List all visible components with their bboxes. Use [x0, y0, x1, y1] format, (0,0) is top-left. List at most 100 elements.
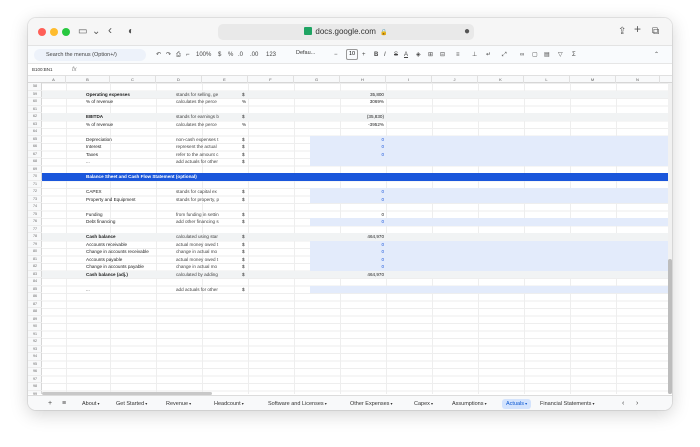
row-label-cell[interactable] [86, 106, 176, 114]
row-unit-cell[interactable]: $ [242, 188, 262, 196]
row-unit-cell[interactable] [242, 226, 262, 234]
font-size-decrease-button[interactable]: − [334, 50, 338, 60]
row-label-cell[interactable] [86, 128, 176, 136]
row-value-cell[interactable] [310, 173, 386, 181]
row-label-cell[interactable]: ... [86, 158, 176, 166]
minimize-window-button[interactable] [50, 28, 58, 36]
row-unit-cell[interactable] [242, 128, 262, 136]
row-value-cell[interactable] [310, 83, 386, 91]
font-size-increase-button[interactable]: + [362, 50, 366, 60]
table-row[interactable]: Depreciation non-cash expenses t $0 [42, 135, 668, 144]
sheet-tab-active[interactable]: Actuals ▾ [502, 399, 532, 409]
row-unit-cell[interactable]: $ [242, 136, 262, 144]
row-header[interactable]: 75 [28, 211, 42, 218]
row-header[interactable]: 87 [28, 301, 42, 308]
row-label-cell[interactable]: ... [86, 286, 176, 294]
row-label-cell[interactable] [86, 181, 176, 189]
column-header[interactable]: I [386, 76, 432, 83]
row-header[interactable]: 65 [28, 136, 42, 143]
column-header[interactable]: G [294, 76, 340, 83]
redo-icon[interactable]: ↷ [166, 50, 171, 60]
row-description-cell[interactable]: add actuals for other [176, 158, 242, 166]
add-sheet-icon[interactable]: + [48, 399, 52, 409]
row-label-cell[interactable]: CAPEX [86, 188, 176, 196]
row-description-cell[interactable]: add actuals for other [176, 286, 242, 294]
currency-format-button[interactable]: $ [218, 50, 221, 60]
row-value-cell[interactable]: 0 [310, 211, 386, 219]
sheet-tab[interactable]: About ▾ [82, 399, 100, 409]
vertical-align-icon[interactable]: ⊥ [472, 50, 477, 60]
row-header[interactable]: 84 [28, 278, 42, 286]
row-header[interactable]: 77 [28, 226, 42, 233]
table-row[interactable]: Funding from funding in settin $0 [42, 211, 668, 219]
table-row[interactable]: Operating expenses stands for selling, ge… [42, 90, 668, 99]
table-row[interactable] [42, 166, 668, 174]
insert-link-icon[interactable]: ∞ [520, 50, 524, 60]
row-header[interactable]: 93 [28, 346, 42, 353]
table-row[interactable] [42, 83, 668, 91]
row-value-cell[interactable] [310, 106, 386, 114]
row-description-cell[interactable]: non-cash expenses t [176, 136, 242, 144]
row-value-cell[interactable] [310, 166, 386, 174]
row-unit-cell[interactable]: $ [242, 263, 262, 271]
row-value-cell[interactable]: 0 [310, 218, 386, 226]
row-label-cell[interactable] [86, 203, 176, 211]
share-icon[interactable]: ⇪ [618, 25, 626, 39]
row-header[interactable]: 95 [28, 361, 42, 368]
name-box[interactable]: B100:BN1 [32, 66, 53, 74]
sheet-tab[interactable]: Capex ▾ [414, 399, 433, 409]
table-row[interactable]: Change in accounts receivable change in a… [42, 248, 668, 256]
table-row[interactable]: Taxes refer to the amount c $0 [42, 150, 668, 159]
row-unit-cell[interactable]: $ [242, 158, 262, 166]
row-unit-cell[interactable]: $ [242, 271, 262, 279]
sheet-tab-menu-icon[interactable]: ▾ [144, 401, 147, 406]
row-value-cell[interactable]: 464,970 [310, 233, 386, 241]
row-header[interactable]: 78 [28, 233, 42, 241]
row-header[interactable]: 97 [28, 376, 42, 383]
zoom-window-button[interactable] [62, 28, 70, 36]
row-header[interactable]: 67 [28, 151, 42, 158]
row-label-cell[interactable]: Change in accounts receivable [86, 248, 176, 256]
row-value-cell[interactable]: 0 [310, 248, 386, 256]
row-description-cell[interactable]: stands for property, p [176, 196, 242, 204]
row-description-cell[interactable] [176, 226, 242, 234]
row-unit-cell[interactable]: $ [242, 241, 262, 249]
row-label-cell[interactable]: Depreciation [86, 136, 176, 144]
row-description-cell[interactable] [176, 106, 242, 114]
close-window-button[interactable] [38, 28, 46, 36]
horizontal-align-icon[interactable]: ≡ [456, 50, 460, 60]
row-description-cell[interactable]: from funding in settin [176, 211, 242, 219]
row-label-cell[interactable]: Accounts receivable [86, 241, 176, 249]
bold-button[interactable]: B [374, 50, 378, 60]
merge-cells-icon[interactable]: ⊟ [440, 50, 445, 60]
row-unit-cell[interactable]: $ [242, 286, 262, 294]
row-label-cell[interactable]: % of revenue [86, 98, 176, 106]
row-label-cell[interactable]: Accounts payable [86, 256, 176, 264]
table-row[interactable] [42, 278, 668, 286]
table-row[interactable]: Debt financing add other financing s $0 [42, 218, 668, 226]
sheet-tab[interactable]: Revenue ▾ [166, 399, 191, 409]
row-unit-cell[interactable]: $ [242, 113, 262, 121]
row-label-cell[interactable]: Operating expenses [86, 91, 176, 99]
column-header[interactable]: N [616, 76, 660, 83]
row-value-cell[interactable]: 0 [310, 136, 386, 144]
insert-chart-icon[interactable]: ▤ [544, 50, 550, 60]
sheet-tab-menu-icon[interactable]: ▾ [484, 401, 487, 406]
sheet-tab[interactable]: Software and Licenses ▾ [268, 399, 327, 409]
row-description-cell[interactable]: represent the actual [176, 143, 242, 151]
row-value-cell[interactable] [310, 203, 386, 211]
row-description-cell[interactable] [176, 181, 242, 189]
row-unit-cell[interactable] [242, 83, 262, 91]
increase-decimal-button[interactable]: .00 [250, 50, 258, 60]
filter-icon[interactable]: ▽ [558, 50, 563, 60]
row-header[interactable]: 74 [28, 203, 42, 211]
row-description-cell[interactable]: refer to the amount c [176, 151, 242, 159]
row-label-cell[interactable]: Debt financing [86, 218, 176, 226]
collapse-toolbar-icon[interactable]: ⌃ [654, 50, 659, 60]
row-unit-cell[interactable]: $ [242, 143, 262, 151]
row-unit-cell[interactable] [242, 106, 262, 114]
row-unit-cell[interactable]: $ [242, 233, 262, 241]
fill-color-icon[interactable]: ◈ [416, 50, 421, 60]
row-unit-cell[interactable]: $ [242, 248, 262, 256]
decrease-decimal-button[interactable]: .0 [238, 50, 243, 60]
